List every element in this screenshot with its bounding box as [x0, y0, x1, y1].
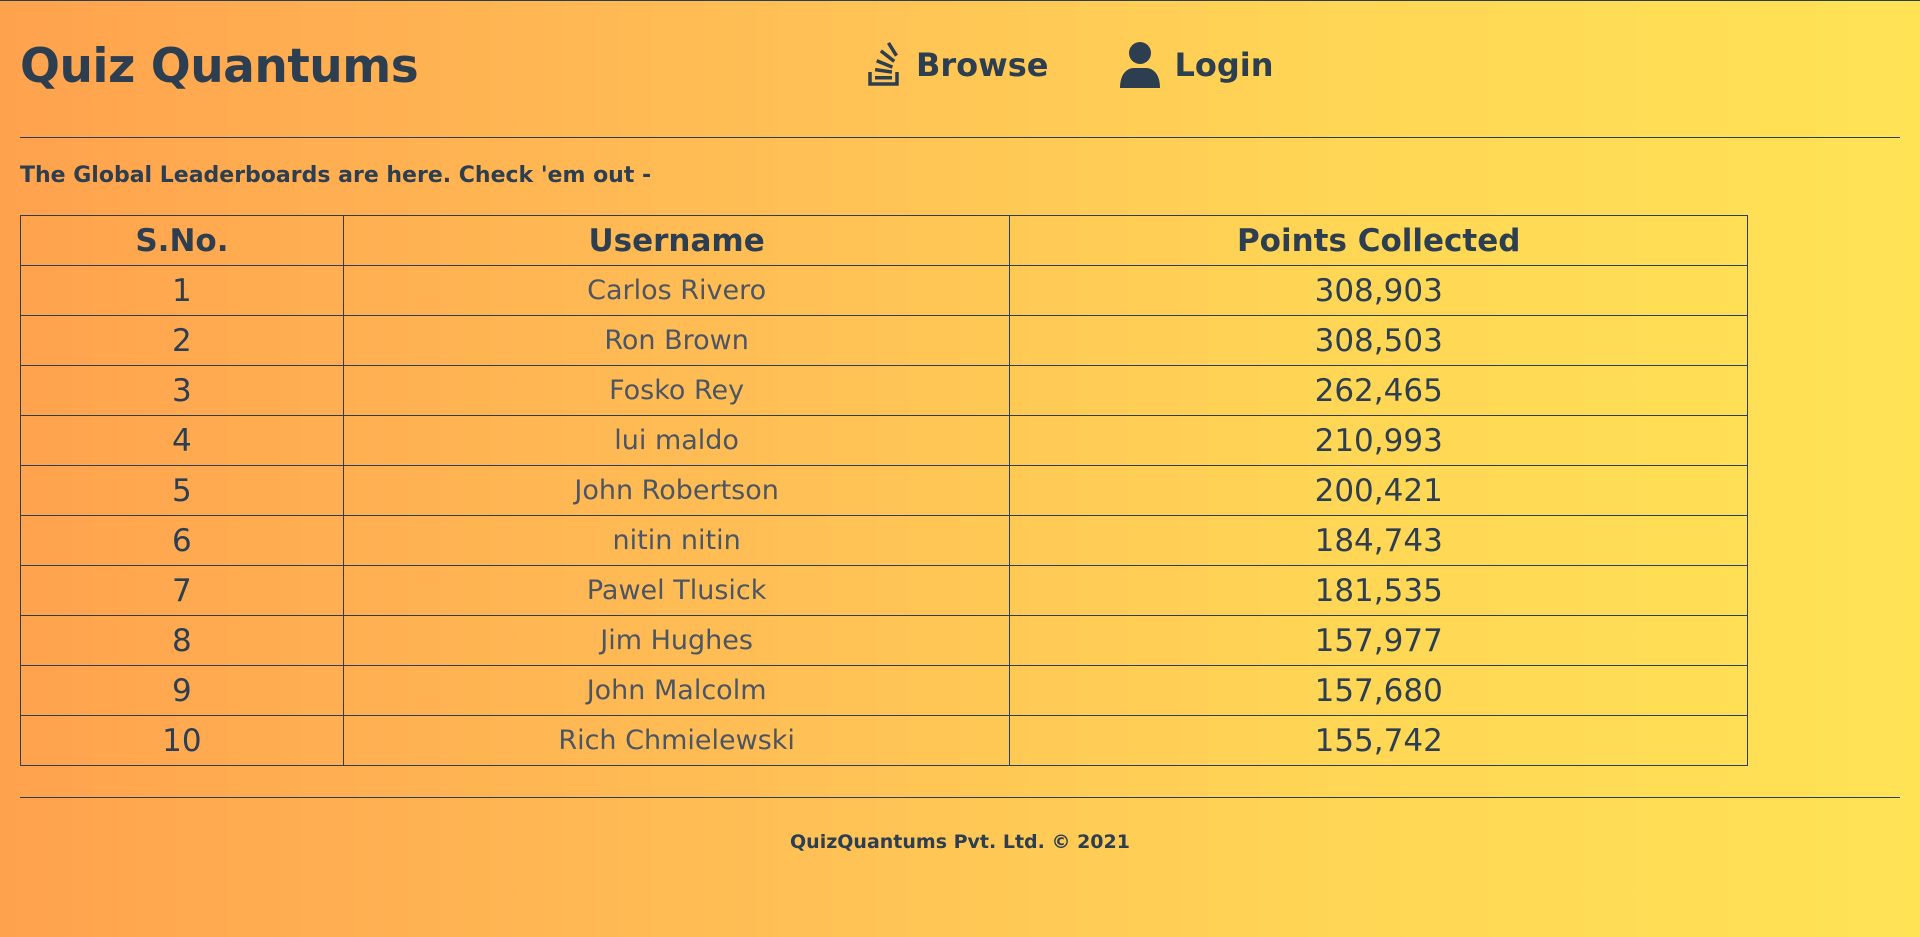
- rank-cell: 2: [20, 315, 344, 366]
- rank-cell: 9: [20, 665, 344, 716]
- top-nav: Browse Login: [866, 41, 1274, 89]
- table-row: 1 Carlos Rivero 308,903: [20, 265, 1748, 316]
- table-row: 2 Ron Brown 308,503: [20, 315, 1748, 366]
- rank-cell: 7: [20, 565, 344, 616]
- table-row: 10 Rich Chmielewski 155,742: [20, 715, 1748, 766]
- leaderboard-intro: The Global Leaderboards are here. Check …: [20, 163, 652, 188]
- rank-cell: 6: [20, 515, 344, 566]
- user-icon: [1118, 41, 1162, 89]
- username-cell: Jim Hughes: [342, 615, 1011, 666]
- points-cell: 157,977: [1009, 615, 1748, 666]
- table-row: 7 Pawel Tlusick 181,535: [20, 565, 1748, 616]
- stack-overflow-icon: [866, 42, 904, 88]
- points-cell: 308,903: [1009, 265, 1748, 316]
- rank-cell: 5: [20, 465, 344, 516]
- points-cell: 200,421: [1009, 465, 1748, 516]
- footer-divider: [20, 797, 1900, 798]
- points-cell: 155,742: [1009, 715, 1748, 766]
- rank-cell: 10: [20, 715, 344, 766]
- points-cell: 157,680: [1009, 665, 1748, 716]
- header-divider: [20, 137, 1900, 138]
- username-cell: nitin nitin: [342, 515, 1011, 566]
- points-cell: 210,993: [1009, 415, 1748, 466]
- column-header-username: Username: [342, 215, 1011, 266]
- footer-copyright: QuizQuantums Pvt. Ltd. © 2021: [790, 831, 1130, 853]
- username-cell: Ron Brown: [342, 315, 1011, 366]
- username-cell: Carlos Rivero: [342, 265, 1011, 316]
- login-label: Login: [1174, 46, 1274, 84]
- table-row: 6 nitin nitin 184,743: [20, 515, 1748, 566]
- points-cell: 181,535: [1009, 565, 1748, 616]
- login-link[interactable]: Login: [1118, 41, 1274, 89]
- table-row: 5 John Robertson 200,421: [20, 465, 1748, 516]
- table-row: 4 lui maldo 210,993: [20, 415, 1748, 466]
- column-header-points: Points Collected: [1009, 215, 1748, 266]
- points-cell: 184,743: [1009, 515, 1748, 566]
- column-header-sno: S.No.: [20, 215, 344, 266]
- rank-cell: 8: [20, 615, 344, 666]
- rank-cell: 3: [20, 365, 344, 416]
- table-row: 9 John Malcolm 157,680: [20, 665, 1748, 716]
- username-cell: Rich Chmielewski: [342, 715, 1011, 766]
- browse-label: Browse: [916, 46, 1049, 84]
- rank-cell: 4: [20, 415, 344, 466]
- browse-link[interactable]: Browse: [866, 42, 1048, 88]
- username-cell: John Robertson: [342, 465, 1011, 516]
- leaderboard-table: S.No. Username Points Collected 1 Carlos…: [20, 215, 1748, 766]
- points-cell: 308,503: [1009, 315, 1748, 366]
- table-row: 8 Jim Hughes 157,977: [20, 615, 1748, 666]
- brand-logo[interactable]: Quiz Quantums: [20, 39, 419, 94]
- table-header-row: S.No. Username Points Collected: [20, 215, 1748, 266]
- username-cell: Fosko Rey: [342, 365, 1011, 416]
- username-cell: John Malcolm: [342, 665, 1011, 716]
- username-cell: Pawel Tlusick: [342, 565, 1011, 616]
- page: Quiz Quantums Browse Login The Global Le…: [0, 0, 1920, 937]
- table-row: 3 Fosko Rey 262,465: [20, 365, 1748, 416]
- username-cell: lui maldo: [342, 415, 1011, 466]
- rank-cell: 1: [20, 265, 344, 316]
- points-cell: 262,465: [1009, 365, 1748, 416]
